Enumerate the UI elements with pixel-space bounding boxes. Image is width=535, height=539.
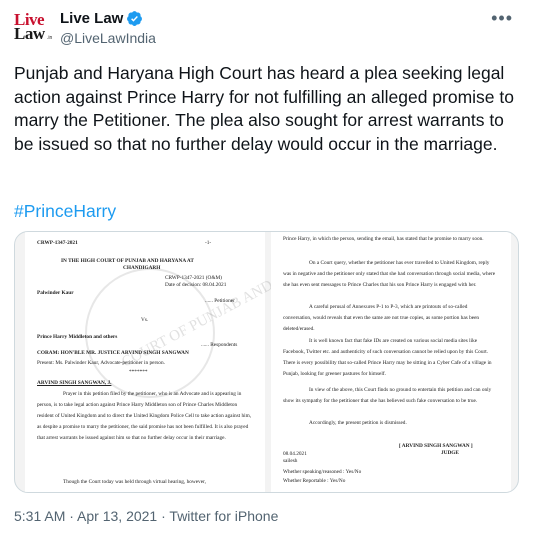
tweet-card: Live Law .in Live Law @LiveLawIndia ••• …	[0, 0, 535, 539]
tweet-media-image[interactable]: COURT OF PUNJAB AND HARYANA CRWP-1347-20…	[14, 231, 519, 493]
present-line: Present: Ms. Palwinder Kaur, Advocate-pe…	[37, 360, 165, 366]
more-horizontal-icon[interactable]: •••	[491, 8, 513, 29]
judge-signature: [ ARVIND SINGH SANGWAN ]	[399, 443, 473, 449]
reportable-line: Whether Reportable : Yes/No	[283, 478, 346, 484]
respondent-role: ...... Respondents	[201, 342, 238, 348]
right-paragraph-1: On a Court query, whether the petitioner…	[283, 260, 496, 288]
court-line-2: CHANDIGARH	[123, 265, 161, 271]
tweet-source[interactable]: Twitter for iPhone	[169, 508, 278, 524]
order-paragraph-2: Though the Court today was held through …	[63, 479, 206, 485]
judge-title: JUDGE	[441, 450, 459, 456]
order-paragraph-1: Prayer in this petition filed by the pet…	[37, 391, 252, 441]
right-paragraph-2: A careful perusal of Annexures P-1 to P-…	[283, 304, 480, 332]
speaking-line: Whether speaking/reasoned : Yes/No	[283, 469, 362, 475]
logo-suffix-text: .in	[47, 35, 53, 41]
respondent-name: Prince Harry Middleton and others	[37, 334, 118, 340]
tweet-text: Punjab and Haryana High Court has heard …	[14, 63, 514, 154]
document-page-left: COURT OF PUNJAB AND HARYANA CRWP-1347-20…	[25, 232, 343, 492]
tweet-footer: 5:31 AM · Apr 13, 2021 · Twitter for iPh…	[14, 508, 278, 524]
order-date: 08.04.2021	[283, 451, 307, 457]
right-paragraph-5: Accordingly, the present petition is dis…	[309, 420, 407, 426]
versus-label: Vs.	[141, 317, 149, 323]
tweet-date[interactable]: Apr 13, 2021	[77, 508, 157, 524]
court-line-1: IN THE HIGH COURT OF PUNJAB AND HARYANA …	[61, 258, 194, 264]
avatar[interactable]: Live Law .in	[14, 8, 56, 48]
petitioner-name: Palwinder Kaur	[37, 290, 74, 296]
right-paragraph-3: It is well known fact that fake IDs are …	[283, 338, 492, 377]
tweet-header: Live Law .in Live Law @LiveLawIndia •••	[14, 8, 521, 48]
author-handle[interactable]: @LiveLawIndia	[60, 30, 156, 46]
coram-line: CORAM: HON'BLE MR. JUSTICE ARVIND SINGH …	[37, 350, 189, 356]
judge-heading: ARVIND SINGH SANGWAN, J.	[37, 380, 112, 386]
clerk-initials: sailesh	[283, 458, 298, 464]
petitioner-role: ...... Petitioner	[205, 298, 235, 304]
page-marker: -1-	[205, 240, 212, 246]
verified-badge-icon	[127, 11, 142, 26]
case-reference: CRWP-1347-2021 (O&M)	[165, 275, 222, 281]
right-paragraph-4: In view of the above, this Court finds n…	[283, 387, 492, 404]
footer-separator: ·	[65, 508, 78, 524]
tweet-time[interactable]: 5:31 AM	[14, 508, 65, 524]
right-paragraph-top: Prince Harry, in which the person, sendi…	[283, 236, 484, 242]
decision-date: Date of decision: 08.04.2021	[165, 282, 227, 288]
logo-law-text: Law	[14, 24, 45, 43]
footer-separator: ·	[157, 508, 170, 524]
separator-stars: *******	[129, 369, 148, 375]
hashtag-link[interactable]: #PrinceHarry	[14, 201, 116, 222]
case-number: CRWP-1347-2021	[37, 240, 78, 246]
author-name[interactable]: Live Law	[60, 10, 123, 27]
document-page-right: Prince Harry, in which the person, sendi…	[271, 232, 511, 492]
